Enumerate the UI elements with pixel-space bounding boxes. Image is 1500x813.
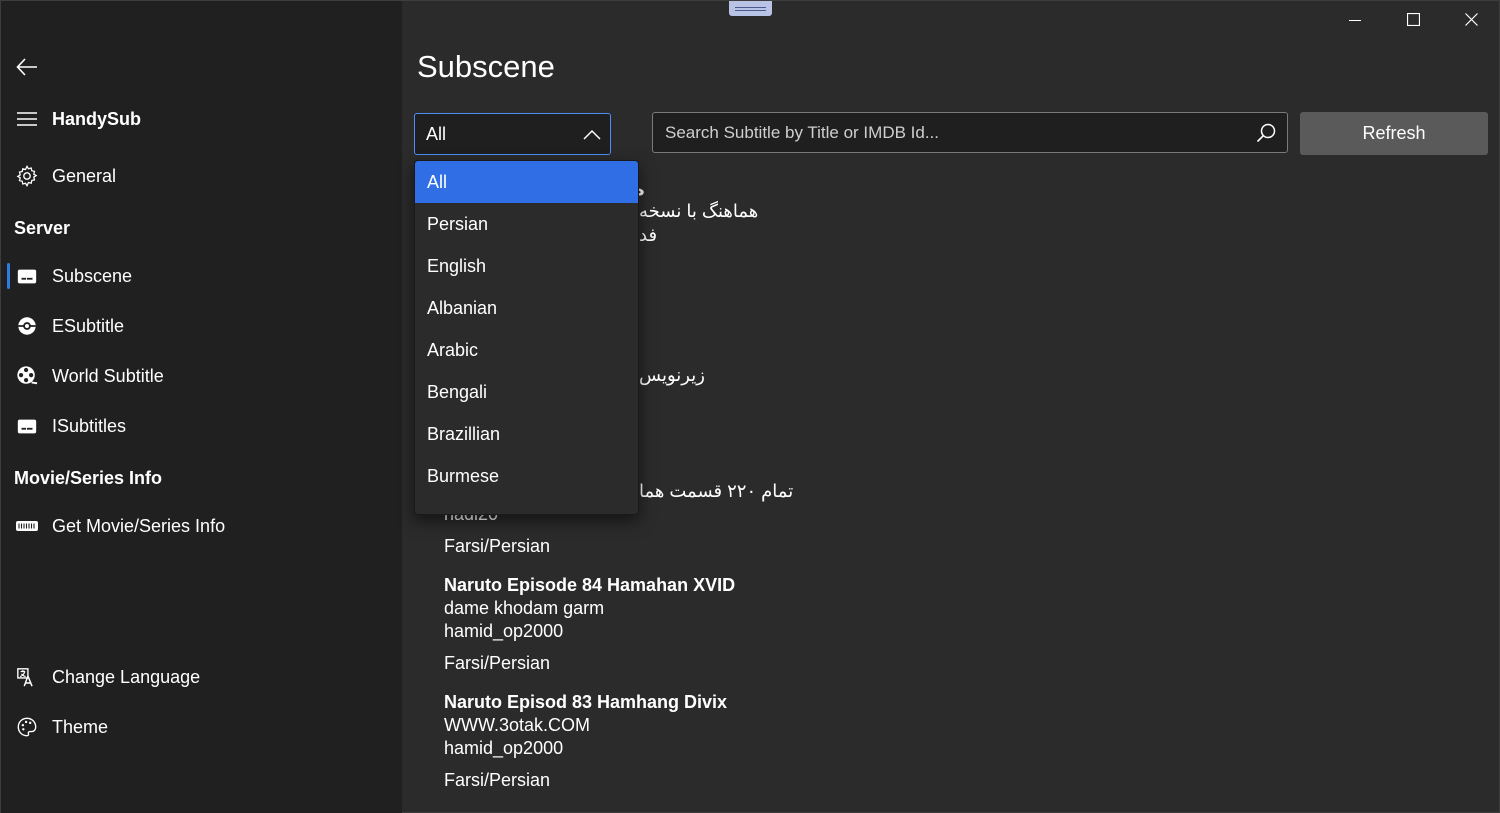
- app-title: HandySub: [52, 108, 142, 129]
- pokeball-icon: [15, 314, 39, 338]
- nav-item-world-subtitle[interactable]: World Subtitle: [1, 356, 402, 396]
- subtitle-icon: [15, 264, 39, 288]
- selection-indicator: [7, 263, 10, 289]
- hamburger-menu-button[interactable]: HandySub: [1, 99, 402, 139]
- dropdown-option-persian[interactable]: Persian: [415, 203, 638, 245]
- chevron-up-icon: [582, 125, 602, 145]
- result-comment-partial: زیرنویس: [639, 365, 705, 385]
- result-author: hamid_op2000: [444, 621, 564, 641]
- back-arrow-icon: [15, 55, 39, 79]
- imdb-icon: [15, 514, 39, 538]
- result-author: hamid_op2000: [444, 738, 564, 758]
- result-comment: dame khodam garm: [444, 598, 605, 618]
- result-title: Naruto Episode 84 Hamahan XVID: [444, 575, 736, 595]
- nav-label-isubtitles: ISubtitles: [52, 415, 127, 436]
- dropdown-option-bengali[interactable]: Bengali: [415, 371, 638, 413]
- result-comment-partial: تمام ۲۲۰ قسمت هما: [639, 481, 794, 501]
- result-language: Farsi/Persian: [444, 536, 551, 556]
- nav-item-isubtitles[interactable]: ISubtitles: [1, 406, 402, 446]
- back-button[interactable]: [1, 47, 402, 87]
- nav-item-general[interactable]: General: [1, 156, 402, 196]
- subtitle-icon: [15, 414, 39, 438]
- dropdown-option-all[interactable]: All: [415, 161, 638, 203]
- film-reel-icon: [15, 364, 39, 388]
- nav-label-subscene: Subscene: [52, 265, 133, 286]
- nav-item-theme[interactable]: Theme: [1, 707, 402, 747]
- section-header-movie-info: Movie/Series Info: [14, 468, 163, 488]
- language-dropdown: All Persian English Albanian Arabic Beng…: [414, 160, 639, 515]
- dropdown-option-english[interactable]: English: [415, 245, 638, 287]
- result-comment: WWW.3otak.COM: [444, 715, 591, 735]
- nav-label-esubtitle: ESubtitle: [52, 315, 125, 336]
- dropdown-option-albanian[interactable]: Albanian: [415, 287, 638, 329]
- result-author-partial: فد: [639, 225, 658, 245]
- result-language: Farsi/Persian: [444, 653, 551, 673]
- navigation-pane: HandySub General Server Subscene ESubtit…: [1, 1, 402, 813]
- nav-item-esubtitle[interactable]: ESubtitle: [1, 306, 402, 346]
- language-combobox-value: All: [426, 124, 447, 144]
- nav-label-theme: Theme: [52, 716, 109, 737]
- nav-label-change-language: Change Language: [52, 666, 201, 687]
- app-window: HandySub General Server Subscene ESubtit…: [0, 0, 1500, 813]
- result-comment-partial: هماهنگ با نسخه: [639, 201, 759, 221]
- dropdown-option-burmese[interactable]: Burmese: [415, 455, 638, 497]
- result-language: Farsi/Persian: [444, 770, 551, 790]
- search-input[interactable]: [665, 113, 1245, 152]
- dropdown-option-brazillian[interactable]: Brazillian: [415, 413, 638, 455]
- search-box[interactable]: [652, 112, 1288, 153]
- nav-label-world-subtitle: World Subtitle: [52, 365, 164, 386]
- translate-icon: [15, 665, 39, 689]
- result-title: Naruto Episod 83 Hamhang Divix: [444, 692, 728, 712]
- language-combobox[interactable]: All: [414, 113, 611, 155]
- nav-label-general: General: [52, 165, 117, 186]
- section-header-server: Server: [14, 218, 71, 238]
- nav-item-subscene[interactable]: Subscene: [1, 256, 402, 296]
- nav-item-get-movie-info[interactable]: Get Movie/Series Info: [1, 506, 402, 546]
- gear-icon: [15, 164, 39, 188]
- nav-label-get-movie-info: Get Movie/Series Info: [52, 515, 226, 536]
- palette-icon: [15, 715, 39, 739]
- dropdown-option-arabic[interactable]: Arabic: [415, 329, 638, 371]
- nav-item-change-language[interactable]: Change Language: [1, 657, 402, 697]
- refresh-button[interactable]: Refresh: [1300, 112, 1488, 155]
- search-icon[interactable]: [1255, 122, 1277, 144]
- hamburger-icon: [15, 107, 39, 131]
